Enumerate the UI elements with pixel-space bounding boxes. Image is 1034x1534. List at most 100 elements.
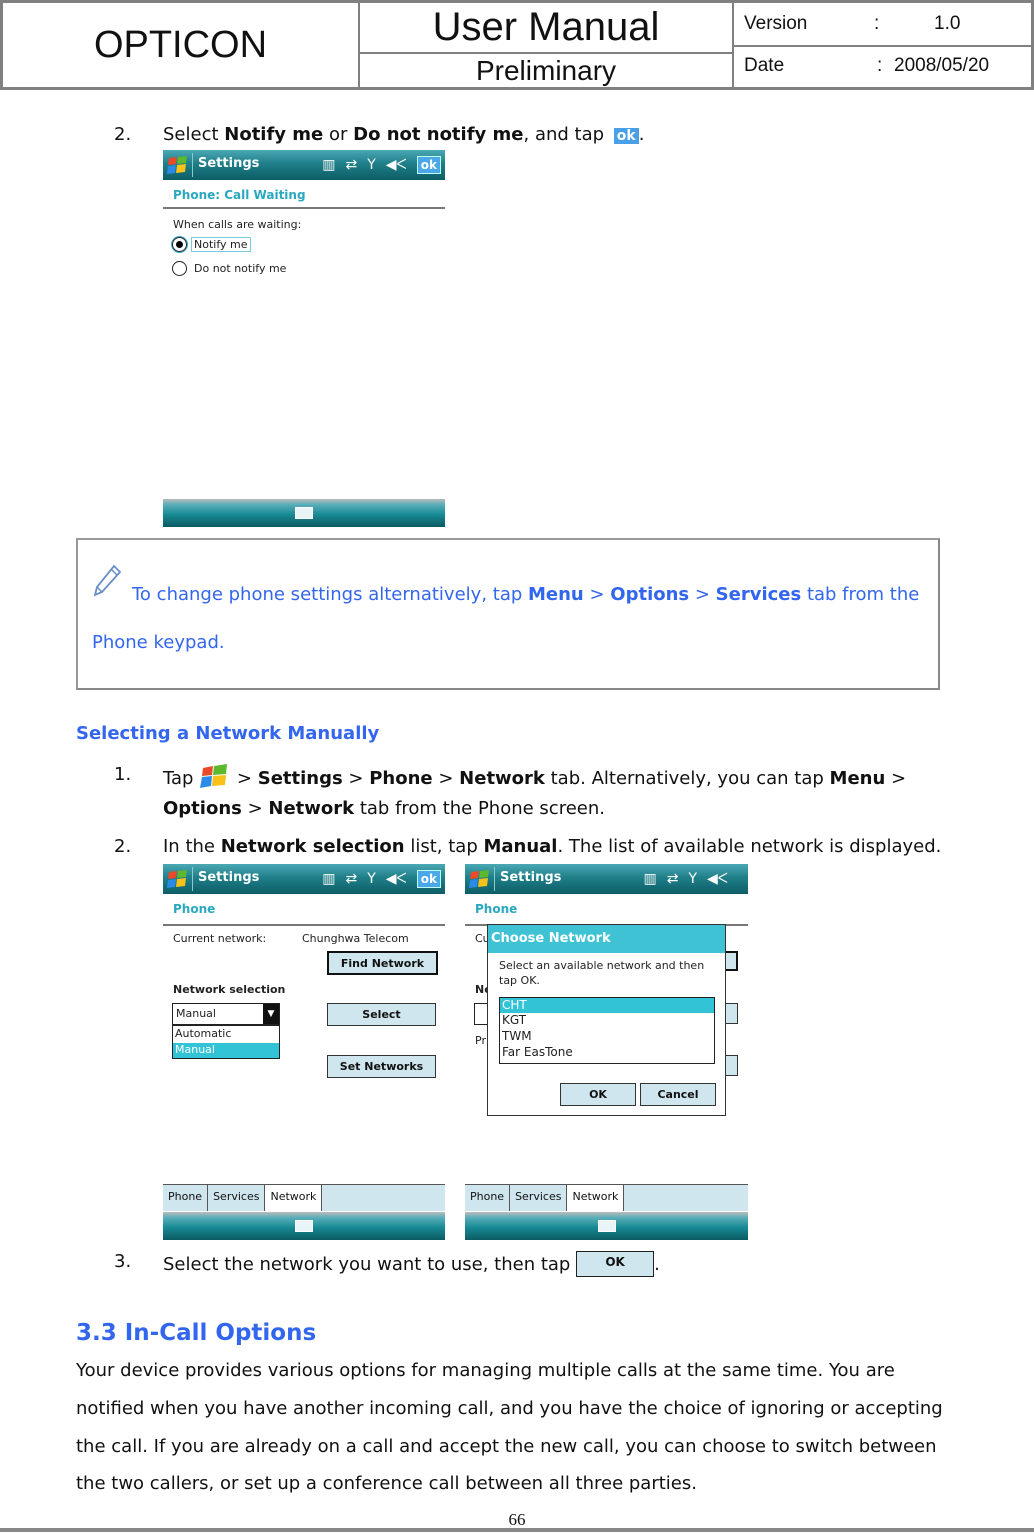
settings-term: Settings (257, 768, 343, 789)
barcode-icon: ▥ (322, 157, 336, 173)
instruction-text: Select (163, 124, 225, 145)
softkey-bar (163, 1212, 445, 1240)
pencil-icon (93, 564, 122, 597)
title-bar: Settings ▥ ⇄ Y ◀ᐸ ok (163, 864, 445, 894)
document-header: OPTICON User Manual Preliminary Version … (0, 0, 1034, 90)
dialog-cancel-button[interactable]: Cancel (640, 1083, 716, 1106)
manual-term: Manual (483, 836, 558, 857)
separator: > (583, 584, 611, 605)
barcode-icon: ▥ (322, 871, 336, 887)
signal-icon: Y (367, 871, 376, 887)
ok-icon: ok (613, 128, 639, 144)
barcode-icon: ▥ (643, 871, 657, 887)
dialog-title: Choose Network (488, 925, 725, 953)
network-selection-label: Network selection (173, 983, 286, 996)
chevron-down-icon[interactable]: ▼ (263, 1004, 279, 1024)
softkey-bar (465, 1212, 748, 1240)
instruction-text: tab from the Phone screen. (354, 798, 605, 819)
choose-network-dialog: Choose Network Select an available netwo… (487, 924, 726, 1116)
network-list-item-selected[interactable]: CHT (500, 998, 714, 1013)
services-term: Services (715, 584, 802, 605)
windows-logo-icon (167, 870, 187, 888)
note-line-2: Phone keypad. (92, 632, 225, 653)
status-icons: ▥ ⇄ Y ◀ᐸ ok (322, 869, 441, 889)
instruction-text: Tap (163, 768, 200, 789)
tab-services[interactable]: Services (208, 1185, 266, 1211)
window-title: Settings (198, 156, 260, 171)
instruction-text: Select the network you want to use, then… (163, 1254, 577, 1275)
title-bar: Settings ▥ ⇄ Y ◀ᐸ (465, 864, 748, 894)
page-subheading: Phone: Call Waiting (173, 188, 306, 202)
note-text: tab from the (801, 584, 920, 605)
step-1-line-2: Options > Network tab from the Phone scr… (163, 798, 605, 820)
date-value: 2008/05/20 (894, 55, 990, 76)
dropdown-option[interactable]: Automatic (173, 1026, 279, 1043)
tab-network[interactable]: Network (567, 1185, 625, 1211)
step-number: 2. (114, 836, 132, 857)
softkey-bar (163, 499, 445, 527)
step-number: 1. (114, 764, 132, 785)
background-text: Pr (475, 1034, 486, 1047)
tab-phone[interactable]: Phone (465, 1185, 511, 1211)
select-button[interactable]: Select (327, 1003, 436, 1026)
separator: > (241, 798, 269, 819)
network-selection-dropdown[interactable]: Manual ▼ (172, 1003, 280, 1025)
prompt-label: When calls are waiting: (173, 218, 302, 231)
dropdown-value: Manual (176, 1007, 216, 1020)
screenshot-network-tab: Settings ▥ ⇄ Y ◀ᐸ ok Phone Current netwo… (163, 864, 445, 1240)
step-instruction: Select Notify me or Do not notify me, an… (163, 124, 644, 147)
page-subheading: Phone (173, 902, 216, 916)
page-subheading: Phone (475, 902, 518, 916)
ok-button[interactable]: ok (416, 870, 441, 888)
menu-term: Menu (829, 768, 886, 789)
paragraph-line: notified when you have another incoming … (76, 1398, 943, 1419)
footer-rule (0, 1528, 1034, 1532)
keyboard-icon[interactable] (295, 507, 313, 519)
step-2-text: In the Network selection list, tap Manua… (163, 836, 941, 858)
date-label: Date (744, 55, 785, 76)
separator: > (689, 584, 716, 605)
set-networks-button[interactable]: Set Networks (327, 1055, 436, 1078)
version-separator: : (874, 13, 880, 34)
options-term: Options (610, 584, 690, 605)
do-not-notify-term: Do not notify me (353, 124, 524, 145)
tab-network[interactable]: Network (265, 1185, 323, 1211)
network-list-item[interactable]: Far EasTone (500, 1045, 714, 1061)
network-list-item[interactable]: TWM (500, 1029, 714, 1045)
tab-phone[interactable]: Phone (163, 1185, 209, 1211)
phone-term: Phone (369, 768, 433, 789)
paragraph-line: Your device provides various options for… (76, 1360, 895, 1381)
current-network-label: Current network: (173, 932, 267, 945)
find-network-button[interactable]: Find Network (327, 951, 438, 975)
windows-logo-icon (469, 870, 489, 888)
current-network-value: Chunghwa Telecom (302, 932, 409, 945)
instruction-text: . The list of available network is displ… (557, 836, 942, 857)
network-list-item[interactable]: KGT (500, 1013, 714, 1029)
ok-button[interactable]: ok (416, 156, 441, 174)
radio-do-not-notify[interactable]: Do not notify me (172, 261, 289, 276)
instruction-text: , and tap (523, 124, 610, 145)
instruction-text: In the (163, 836, 221, 857)
section-heading: 3.3 In-Call Options (76, 1320, 317, 1346)
divider (163, 207, 445, 209)
radio-label: Notify me (191, 237, 251, 252)
tab-services[interactable]: Services (510, 1185, 568, 1211)
keyboard-icon[interactable] (295, 1220, 313, 1232)
document-title: User Manual (360, 3, 734, 54)
tab-strip: Phone Services Network (163, 1184, 445, 1211)
screenshot-choose-network: Settings ▥ ⇄ Y ◀ᐸ Phone Cu Ne Pr Choose … (465, 864, 748, 1240)
separator: > (885, 768, 907, 789)
radio-notify-me[interactable]: Notify me (172, 237, 251, 252)
keyboard-icon[interactable] (597, 1220, 616, 1232)
dropdown-option-selected[interactable]: Manual (173, 1043, 279, 1058)
page-number: 66 (508, 1510, 526, 1529)
instruction-text: tab. Alternatively, you can tap (544, 768, 830, 789)
network-term: Network (459, 768, 545, 789)
step-number: 3. (114, 1251, 132, 1272)
title-separator (192, 153, 193, 177)
network-selection-term: Network selection (220, 836, 405, 857)
title-separator (494, 867, 495, 891)
status-icons: ▥ ⇄ Y ◀ᐸ ok (322, 155, 441, 175)
status-icons: ▥ ⇄ Y ◀ᐸ (643, 869, 728, 889)
dialog-ok-button[interactable]: OK (560, 1083, 636, 1106)
